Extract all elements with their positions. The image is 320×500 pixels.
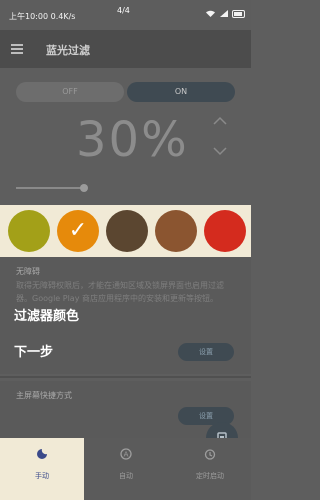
wifi-icon	[206, 10, 215, 17]
color-swatch-dark-brown[interactable]	[106, 210, 148, 252]
chevron-down-icon[interactable]	[212, 145, 228, 161]
color-swatch-brown[interactable]	[155, 210, 197, 252]
toggle-on-button[interactable]: ON	[127, 82, 235, 102]
clock: 上午10:00	[9, 12, 49, 21]
status-time: 上午10:00 0.4K/s	[9, 11, 75, 22]
chevron-up-icon[interactable]	[212, 115, 228, 131]
signal-icon	[220, 10, 228, 17]
intensity-slider-thumb[interactable]	[80, 184, 88, 192]
battery-icon	[232, 9, 245, 18]
filter-color-palette: ✓	[0, 205, 251, 257]
nav-label-timer: 定时启动	[196, 472, 224, 480]
net-speed: 0.4K/s	[50, 12, 76, 21]
moon-icon	[0, 448, 84, 463]
nav-item-auto[interactable]: A 自动	[84, 438, 168, 500]
color-swatch-orange[interactable]: ✓	[57, 210, 99, 252]
bottom-navigation: 手动 A 自动 定时启动	[0, 438, 251, 500]
color-swatch-olive[interactable]	[8, 210, 50, 252]
status-bar: 上午10:00 0.4K/s 4/4	[0, 0, 251, 30]
menu-icon[interactable]	[11, 44, 23, 54]
nav-item-manual[interactable]: 手动	[0, 438, 84, 500]
accessibility-settings-button[interactable]: 设置	[178, 343, 234, 361]
checkmark-icon: ✓	[68, 218, 88, 243]
divider	[0, 376, 251, 378]
app-bar: 蓝光过滤	[0, 30, 251, 68]
shortcut-title: 主屏幕快捷方式	[16, 391, 72, 400]
accessibility-description: 取得无障碍权限后，才能在通知区域及锁屏界面也启用过滤器。Google Play …	[16, 281, 224, 303]
status-icons	[205, 9, 245, 18]
nav-label-auto: 自动	[119, 472, 133, 480]
nav-label-manual: 手动	[35, 472, 49, 480]
guide-title: 过滤器颜色	[14, 309, 80, 324]
app-title: 蓝光过滤	[46, 44, 90, 57]
accessibility-title: 无障碍	[16, 267, 40, 276]
intensity-value: 30%	[76, 112, 189, 168]
guide-next-button[interactable]: 下一步	[14, 341, 53, 360]
alarm-icon	[168, 448, 252, 463]
auto-icon: A	[84, 448, 168, 463]
page-counter: 4/4	[117, 6, 130, 15]
nav-item-timer[interactable]: 定时启动	[168, 438, 252, 500]
svg-text:A: A	[124, 451, 129, 459]
toggle-off-button[interactable]: OFF	[16, 82, 124, 102]
color-swatch-red[interactable]	[204, 210, 246, 252]
intensity-slider-track[interactable]	[16, 187, 86, 189]
